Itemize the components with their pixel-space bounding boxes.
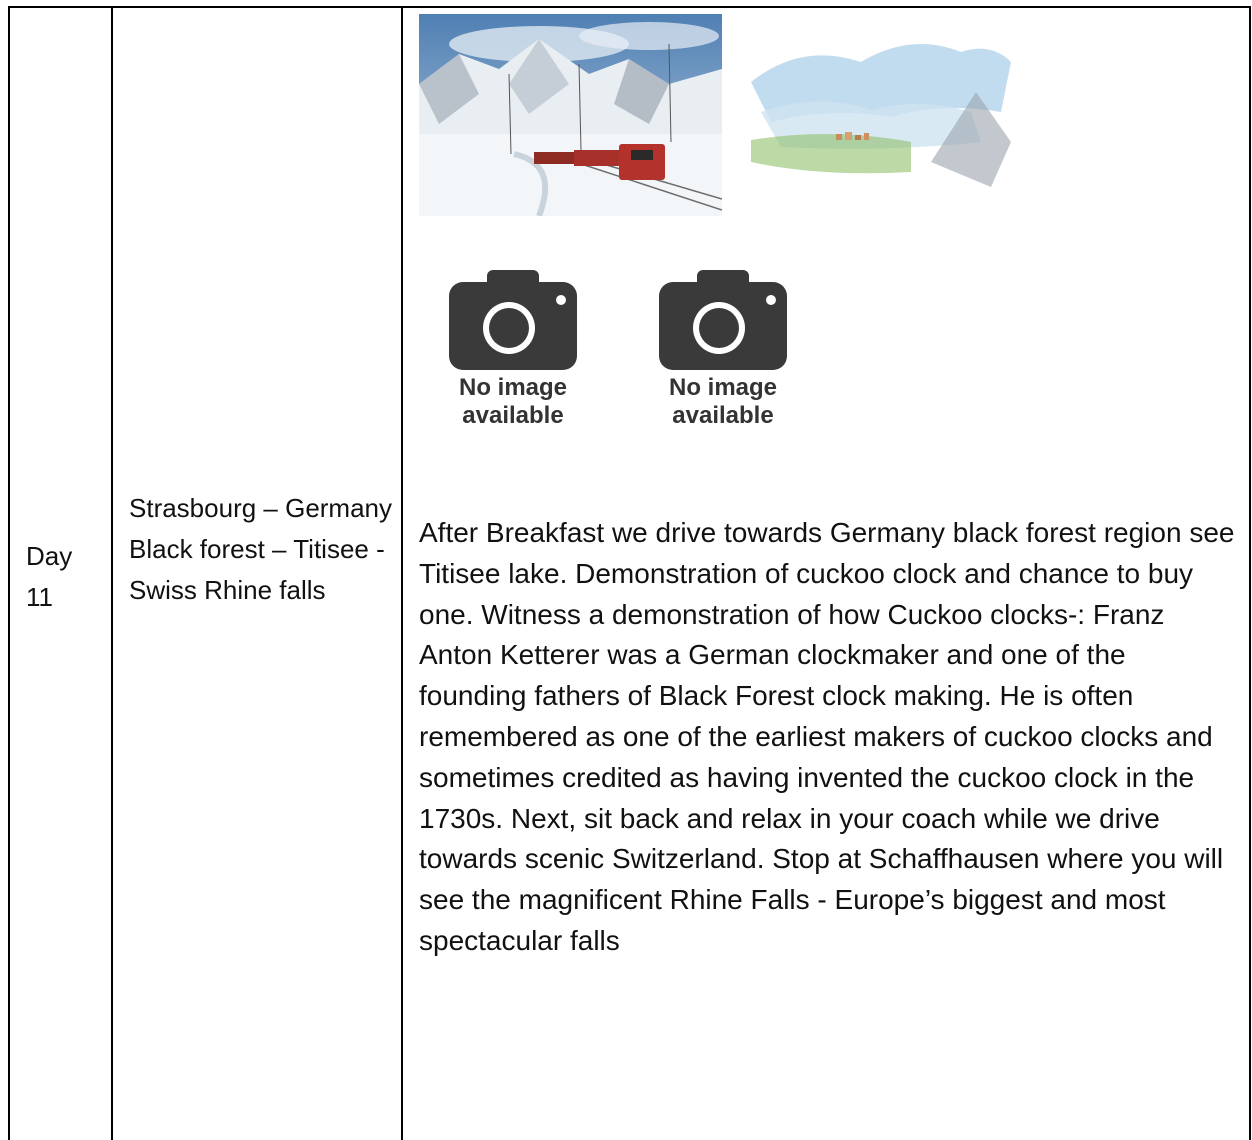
route-cell: Strasbourg – Germany Black forest – Titi… <box>113 8 403 1140</box>
day-description: After Breakfast we drive towards Germany… <box>419 517 1235 956</box>
no-image-text: No image available <box>668 374 778 429</box>
no-image-placeholder: No image available <box>653 270 793 440</box>
description-cell: No image available No image available Af… <box>403 8 1249 1140</box>
day-label: Day 11 <box>26 541 73 612</box>
day-cell: Day 11 <box>10 8 111 1140</box>
route-label: Strasbourg – Germany Black forest – Titi… <box>129 493 393 605</box>
no-image-text: No image available <box>458 374 568 429</box>
camera-icon <box>449 270 577 370</box>
watercolor-landscape-illustration <box>741 22 1021 202</box>
train-in-snowy-mountains-photo <box>419 14 722 216</box>
itinerary-table: Day 11 Strasbourg – Germany Black forest… <box>8 6 1251 1140</box>
no-image-placeholder: No image available <box>443 270 583 440</box>
camera-icon <box>659 270 787 370</box>
